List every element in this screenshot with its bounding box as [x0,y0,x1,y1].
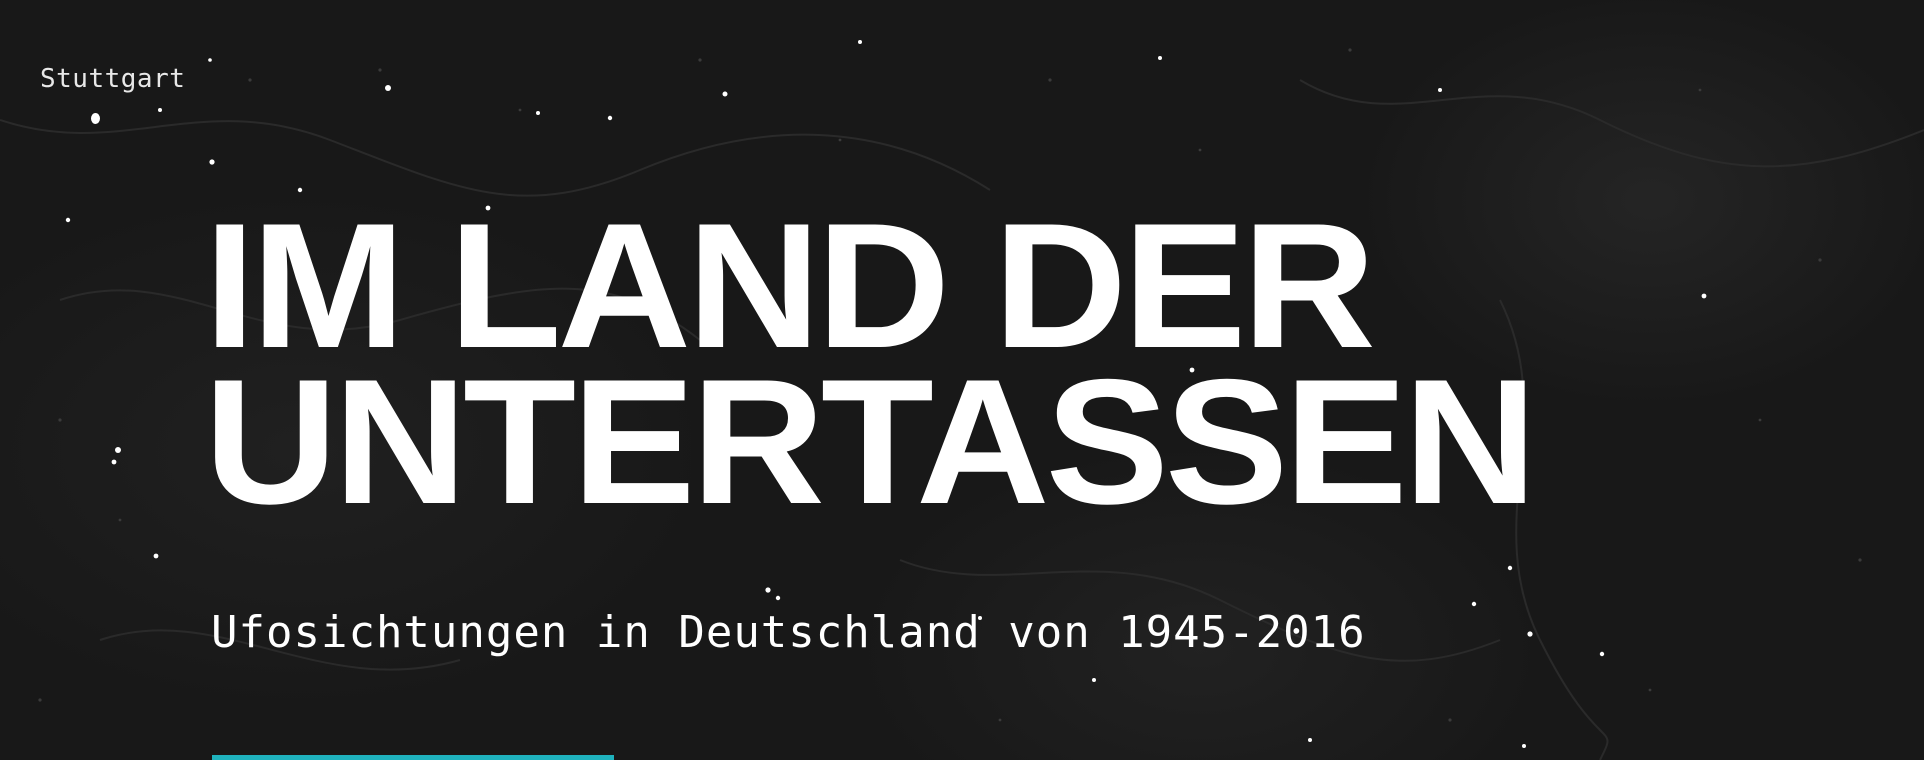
title-line-1: IM LAND DER [204,186,1376,385]
cta-button-top-edge[interactable] [212,755,614,760]
hero-section: Stuttgart IM LAND DER UNTERTASSEN Ufosic… [0,0,1924,760]
city-label-stuttgart: Stuttgart [40,64,186,94]
title-line-2: UNTERTASSEN [204,342,1537,541]
page-subtitle: Ufosichtungen in Deutschland von 1945-20… [211,607,1366,658]
page-title: IM LAND DER UNTERTASSEN [204,186,1537,541]
city-marker-dot [91,113,100,124]
